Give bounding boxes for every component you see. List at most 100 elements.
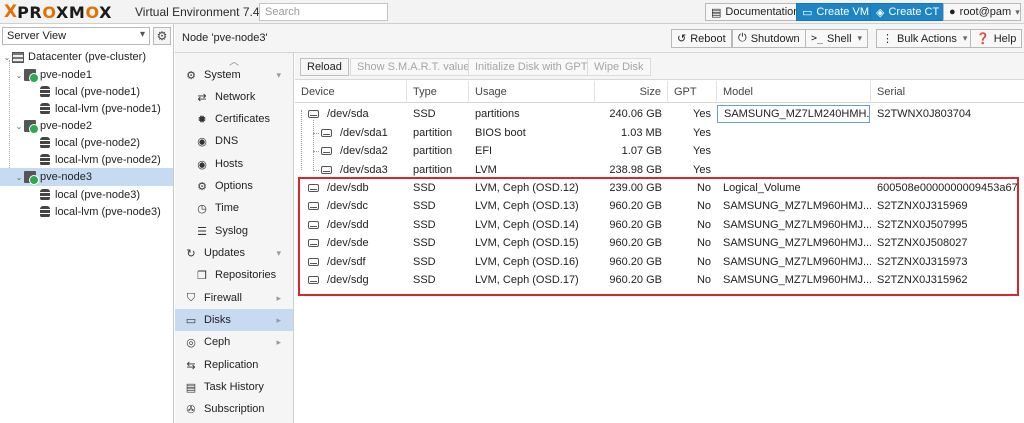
column-header-model[interactable]: Model bbox=[717, 81, 871, 103]
nav-item-replication[interactable]: ⇆ Replication bbox=[175, 354, 293, 376]
shell-label: Shell bbox=[827, 32, 852, 45]
tree-item-local-lvm-pve-node2[interactable]: local-lvm (pve-node2) bbox=[0, 151, 173, 169]
nav-item-label: DNS bbox=[215, 135, 239, 147]
tree-item-label: local-lvm (pve-node3) bbox=[55, 206, 161, 218]
reboot-button[interactable]: ↺ Reboot bbox=[671, 29, 732, 48]
cell-type: partition bbox=[413, 145, 453, 157]
column-header-size[interactable]: Size bbox=[595, 81, 668, 103]
certificate-icon: ✹ bbox=[197, 113, 207, 126]
table-row[interactable]: /dev/sda SSD partitions 240.06 GB Yes SA… bbox=[295, 105, 1024, 124]
reboot-label: Reboot bbox=[690, 32, 726, 45]
nav-item-repositories[interactable]: ❐ Repositories bbox=[175, 264, 293, 286]
hard-drive-icon bbox=[321, 129, 332, 137]
nav-item-hosts[interactable]: ◉ Hosts bbox=[175, 153, 293, 175]
bulk-actions-button[interactable]: ⋮ Bulk Actions ▾ bbox=[876, 29, 974, 48]
wipe-disk-button[interactable]: Wipe Disk bbox=[587, 58, 651, 76]
nav-item-label: Network bbox=[215, 91, 256, 103]
tree-item-datacenter[interactable]: ⌄ Datacenter (pve-cluster) bbox=[0, 48, 173, 66]
support-icon: ✇ bbox=[186, 403, 196, 416]
disks-toolbar: Reload Show S.M.A.R.T. values Initialize… bbox=[295, 53, 1024, 80]
tree-item-pve-node2[interactable]: ⌄ pve-node2 bbox=[0, 117, 173, 135]
nav-item-label: Time bbox=[215, 202, 240, 214]
hard-drive-icon bbox=[321, 147, 332, 155]
collapse-icon[interactable]: ⌄ bbox=[14, 122, 24, 131]
collapse-icon[interactable]: ⌄ bbox=[2, 53, 12, 62]
table-row[interactable]: /dev/sda2 partition EFI 1.07 GB Yes bbox=[295, 142, 1024, 161]
nav-item-network[interactable]: ⇄ Network bbox=[175, 86, 293, 108]
monitor-icon: ▭ bbox=[802, 6, 813, 19]
server-view-value: Server View bbox=[7, 30, 67, 42]
nav-item-certificates[interactable]: ✹ Certificates bbox=[175, 108, 293, 130]
chevron-down-icon: ▾ bbox=[276, 247, 281, 258]
chevron-down-icon: ▾ bbox=[276, 69, 281, 80]
nav-item-task-history[interactable]: ▤ Task History bbox=[175, 376, 293, 398]
cell-gpt: Yes bbox=[693, 145, 711, 157]
nav-item-system[interactable]: ⚙ System ▾ bbox=[175, 64, 293, 86]
nav-item-label: Hosts bbox=[215, 158, 244, 170]
ceph-icon: ◎ bbox=[186, 336, 196, 349]
resource-tree-pane: Server View ▾ ⚙ ⌄ Datacenter (pve-cluste… bbox=[0, 24, 174, 423]
tree-item-pve-node1[interactable]: ⌄ pve-node1 bbox=[0, 66, 173, 84]
cell-size: 240.06 GB bbox=[609, 108, 662, 120]
highlight-annotation-box bbox=[298, 177, 1019, 296]
initialize-gpt-button[interactable]: Initialize Disk with GPT bbox=[468, 58, 595, 76]
shutdown-label: Shutdown bbox=[750, 32, 800, 45]
column-header-device[interactable]: Device bbox=[295, 81, 407, 103]
gear-icon[interactable]: ⚙ bbox=[153, 27, 171, 45]
tree-item-local-pve-node2[interactable]: local (pve-node2) bbox=[0, 134, 173, 152]
tree-item-label: Datacenter (pve-cluster) bbox=[28, 51, 146, 63]
column-header-gpt[interactable]: GPT bbox=[668, 81, 717, 103]
nav-item-time[interactable]: ◷ Time bbox=[175, 197, 293, 219]
tree-item-label: pve-node2 bbox=[40, 120, 92, 132]
documentation-button[interactable]: ▤ Documentation bbox=[705, 3, 806, 21]
reload-button[interactable]: Reload bbox=[300, 58, 349, 76]
app-title: Virtual Environment 7.4-3 bbox=[135, 5, 271, 19]
network-icon: ⇄ bbox=[197, 91, 207, 104]
node-online-icon bbox=[24, 120, 39, 134]
nav-item-syslog[interactable]: ☰ Syslog bbox=[175, 220, 293, 242]
shutdown-button[interactable]: ⏻ Shutdown bbox=[732, 29, 806, 48]
shell-button[interactable]: >_ Shell ▾ bbox=[805, 29, 869, 48]
help-button[interactable]: ❓ Help bbox=[970, 29, 1023, 48]
nav-item-ceph[interactable]: ◎ Ceph ▸ bbox=[175, 331, 293, 353]
collapse-icon[interactable]: ⌄ bbox=[14, 173, 24, 182]
table-row[interactable]: /dev/sda1 partition BIOS boot 1.03 MB Ye… bbox=[295, 124, 1024, 143]
documentation-label: Documentation bbox=[725, 6, 800, 18]
globe-icon: ◉ bbox=[197, 158, 207, 171]
hard-drive-icon bbox=[321, 166, 332, 174]
create-ct-label: Create CT bbox=[888, 6, 940, 18]
nav-item-disks[interactable]: ▭ Disks ▸ bbox=[175, 309, 293, 331]
nav-item-options[interactable]: ⚙ Options bbox=[175, 175, 293, 197]
tree-item-local-pve-node3[interactable]: local (pve-node3) bbox=[0, 186, 173, 204]
column-header-usage[interactable]: Usage bbox=[469, 81, 595, 103]
tree-item-local-lvm-pve-node3[interactable]: local-lvm (pve-node3) bbox=[0, 203, 173, 221]
column-header-type[interactable]: Type bbox=[407, 81, 469, 103]
show-smart-button[interactable]: Show S.M.A.R.T. values bbox=[350, 58, 482, 76]
cell-serial bbox=[871, 124, 1024, 142]
cube-icon: ◈ bbox=[876, 6, 885, 19]
shield-icon: ⛉ bbox=[186, 291, 196, 304]
tree-item-local-lvm-pve-node1[interactable]: local-lvm (pve-node1) bbox=[0, 100, 173, 118]
create-vm-button[interactable]: ▭ Create VM bbox=[796, 3, 875, 21]
terminal-icon: >_ bbox=[811, 33, 824, 44]
top-bar: XPROXMOX Virtual Environment 7.4-3 ▤ Doc… bbox=[0, 0, 1024, 24]
nav-item-dns[interactable]: ◉ DNS bbox=[175, 130, 293, 152]
nav-item-subscription[interactable]: ✇ Subscription bbox=[175, 398, 293, 420]
storage-icon bbox=[40, 206, 50, 218]
nav-item-label: Updates bbox=[204, 247, 245, 259]
tree-item-pve-node3[interactable]: ⌄ pve-node3 bbox=[0, 168, 173, 186]
column-header-serial[interactable]: Serial bbox=[871, 81, 1024, 103]
storage-icon bbox=[40, 86, 50, 98]
cell-model bbox=[717, 142, 871, 160]
server-view-select[interactable]: Server View ▾ bbox=[2, 27, 150, 45]
cell-model-selected[interactable]: SAMSUNG_MZ7LM240HMH... bbox=[717, 105, 870, 123]
collapse-icon[interactable]: ⌄ bbox=[14, 71, 24, 80]
search-input[interactable] bbox=[259, 3, 388, 21]
nav-item-firewall[interactable]: ⛉ Firewall ▸ bbox=[175, 287, 293, 309]
nav-item-label: Subscription bbox=[204, 403, 265, 415]
user-menu-button[interactable]: ● root@pam ▾ bbox=[943, 3, 1021, 21]
tree-item-local-pve-node1[interactable]: local (pve-node1) bbox=[0, 83, 173, 101]
cell-model bbox=[717, 124, 871, 142]
create-ct-button[interactable]: ◈ Create CT bbox=[870, 3, 946, 21]
nav-item-updates[interactable]: ↻ Updates ▾ bbox=[175, 242, 293, 264]
